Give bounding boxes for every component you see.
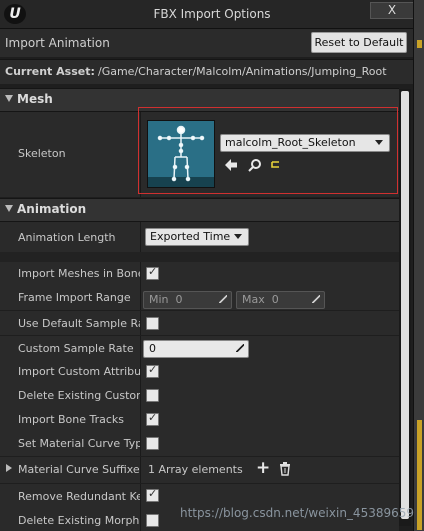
skeleton-thumbnail[interactable] bbox=[147, 120, 215, 188]
scrollbar-thumb[interactable] bbox=[401, 91, 409, 519]
animation-length-value: Exported Time bbox=[150, 230, 231, 243]
chevron-down-icon bbox=[234, 234, 242, 239]
animation-length-label: Animation Length bbox=[18, 231, 116, 244]
row-spacer bbox=[0, 252, 399, 262]
max-value: 0 bbox=[271, 293, 279, 306]
category-label: Mesh bbox=[17, 92, 53, 106]
suffixes-label: Material Curve Suffixes bbox=[18, 463, 140, 476]
expand-arrow-icon[interactable] bbox=[6, 464, 12, 472]
remove-keys-label: Remove Redundant Keys bbox=[18, 490, 140, 503]
category-animation[interactable]: Animation bbox=[0, 198, 399, 222]
current-asset-path: /Game/Character/Malcolm/Animations/Jumpi… bbox=[98, 65, 387, 78]
max-frame-input[interactable]: Max 0 bbox=[236, 291, 325, 309]
current-asset-row: Current Asset: /Game/Character/Malcolm/A… bbox=[0, 59, 413, 84]
chevron-down-icon bbox=[375, 140, 383, 145]
reset-to-default-button[interactable]: Reset to Default bbox=[311, 32, 407, 53]
property-row: Use Default Sample Rate bbox=[0, 311, 399, 335]
property-row: Import Meshes in Bone Hierarchy bbox=[0, 262, 399, 286]
delete-custom-checkbox[interactable] bbox=[146, 389, 159, 402]
category-label: Animation bbox=[17, 202, 87, 216]
custom-attr-label: Import Custom Attribute bbox=[18, 365, 140, 378]
close-button[interactable]: X bbox=[370, 2, 414, 19]
property-row: Import Bone Tracks bbox=[0, 408, 399, 432]
min-label: Min bbox=[149, 293, 169, 306]
skeleton-value: malcolm_Root_Skeleton bbox=[225, 136, 356, 149]
delete-morph-checkbox[interactable] bbox=[146, 514, 159, 527]
frame-range-label: Frame Import Range bbox=[18, 291, 131, 304]
max-label: Max bbox=[242, 293, 265, 306]
min-frame-input[interactable]: Min 0 bbox=[143, 291, 232, 309]
skeleton-figure-icon bbox=[157, 125, 205, 182]
custom-rate-label: Custom Sample Rate bbox=[18, 342, 134, 355]
min-value: 0 bbox=[175, 293, 183, 306]
collapse-arrow-icon bbox=[5, 205, 13, 212]
bone-hierarchy-label: Import Meshes in Bone Hierarchy bbox=[18, 267, 140, 280]
watermark-text: https://blog.csdn.net/weixin_45389659 bbox=[180, 506, 415, 520]
current-asset-label: Current Asset: bbox=[5, 65, 95, 78]
delete-morph-label: Delete Existing Morph Target Curves bbox=[18, 514, 140, 527]
collapse-arrow-icon bbox=[5, 95, 13, 102]
add-element-icon[interactable]: + bbox=[256, 458, 270, 478]
skeleton-label: Skeleton bbox=[18, 147, 66, 160]
browse-search-icon[interactable] bbox=[248, 158, 262, 172]
material-curve-checkbox[interactable] bbox=[146, 437, 159, 450]
drag-handle-icon[interactable] bbox=[312, 295, 320, 303]
animation-length-combo[interactable]: Exported Time bbox=[145, 228, 249, 246]
use-selected-arrow-icon[interactable] bbox=[224, 158, 238, 172]
custom-rate-value: 0 bbox=[149, 342, 156, 355]
custom-rate-input[interactable]: 0 bbox=[143, 340, 249, 358]
bone-tracks-checkbox[interactable] bbox=[146, 411, 159, 426]
material-curve-label: Set Material Curve Type bbox=[18, 437, 140, 450]
property-row: Import Custom Attribute bbox=[0, 360, 399, 384]
property-row: Remove Redundant Keys bbox=[0, 484, 399, 508]
property-row: Set Material Curve Type bbox=[0, 432, 399, 456]
skeleton-combo[interactable]: malcolm_Root_Skeleton bbox=[220, 134, 390, 152]
delete-custom-label: Delete Existing Custom Attribute Curves bbox=[18, 389, 140, 402]
drag-handle-icon[interactable] bbox=[219, 295, 227, 303]
import-animation-label: Import Animation bbox=[5, 36, 110, 50]
drag-handle-icon[interactable] bbox=[236, 344, 244, 352]
trash-icon[interactable] bbox=[279, 462, 291, 476]
custom-attr-checkbox[interactable] bbox=[146, 363, 159, 378]
property-row: Material Curve Suffixes 1 Array elements… bbox=[0, 457, 399, 483]
property-row: Delete Existing Custom Attribute Curves bbox=[0, 384, 399, 408]
bone-tracks-label: Import Bone Tracks bbox=[18, 413, 125, 426]
default-rate-checkbox[interactable] bbox=[146, 317, 159, 330]
remove-keys-checkbox[interactable] bbox=[146, 487, 159, 502]
bone-hierarchy-checkbox[interactable] bbox=[146, 265, 159, 280]
suffixes-count: 1 Array elements bbox=[148, 463, 243, 476]
background-window-edge bbox=[413, 0, 424, 531]
window-title: FBX Import Options bbox=[153, 7, 271, 21]
reset-arrow-icon[interactable] bbox=[270, 159, 282, 171]
default-rate-label: Use Default Sample Rate bbox=[18, 317, 140, 330]
